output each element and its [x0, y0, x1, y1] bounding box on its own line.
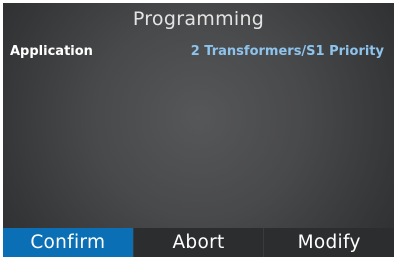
modify-button[interactable]: Modify	[263, 228, 394, 257]
setting-label: Application	[10, 44, 93, 59]
softkey-bar: Confirm Abort Modify	[3, 228, 394, 257]
display-screen: Programming Application 2 Transformers/S…	[3, 3, 394, 257]
setting-value: 2 Transformers/S1 Priority	[190, 44, 384, 59]
screen-title: Programming	[132, 8, 265, 30]
confirm-button[interactable]: Confirm	[3, 228, 133, 257]
abort-button[interactable]: Abort	[132, 228, 264, 257]
setting-row-application[interactable]: Application 2 Transformers/S1 Priority	[3, 40, 394, 64]
